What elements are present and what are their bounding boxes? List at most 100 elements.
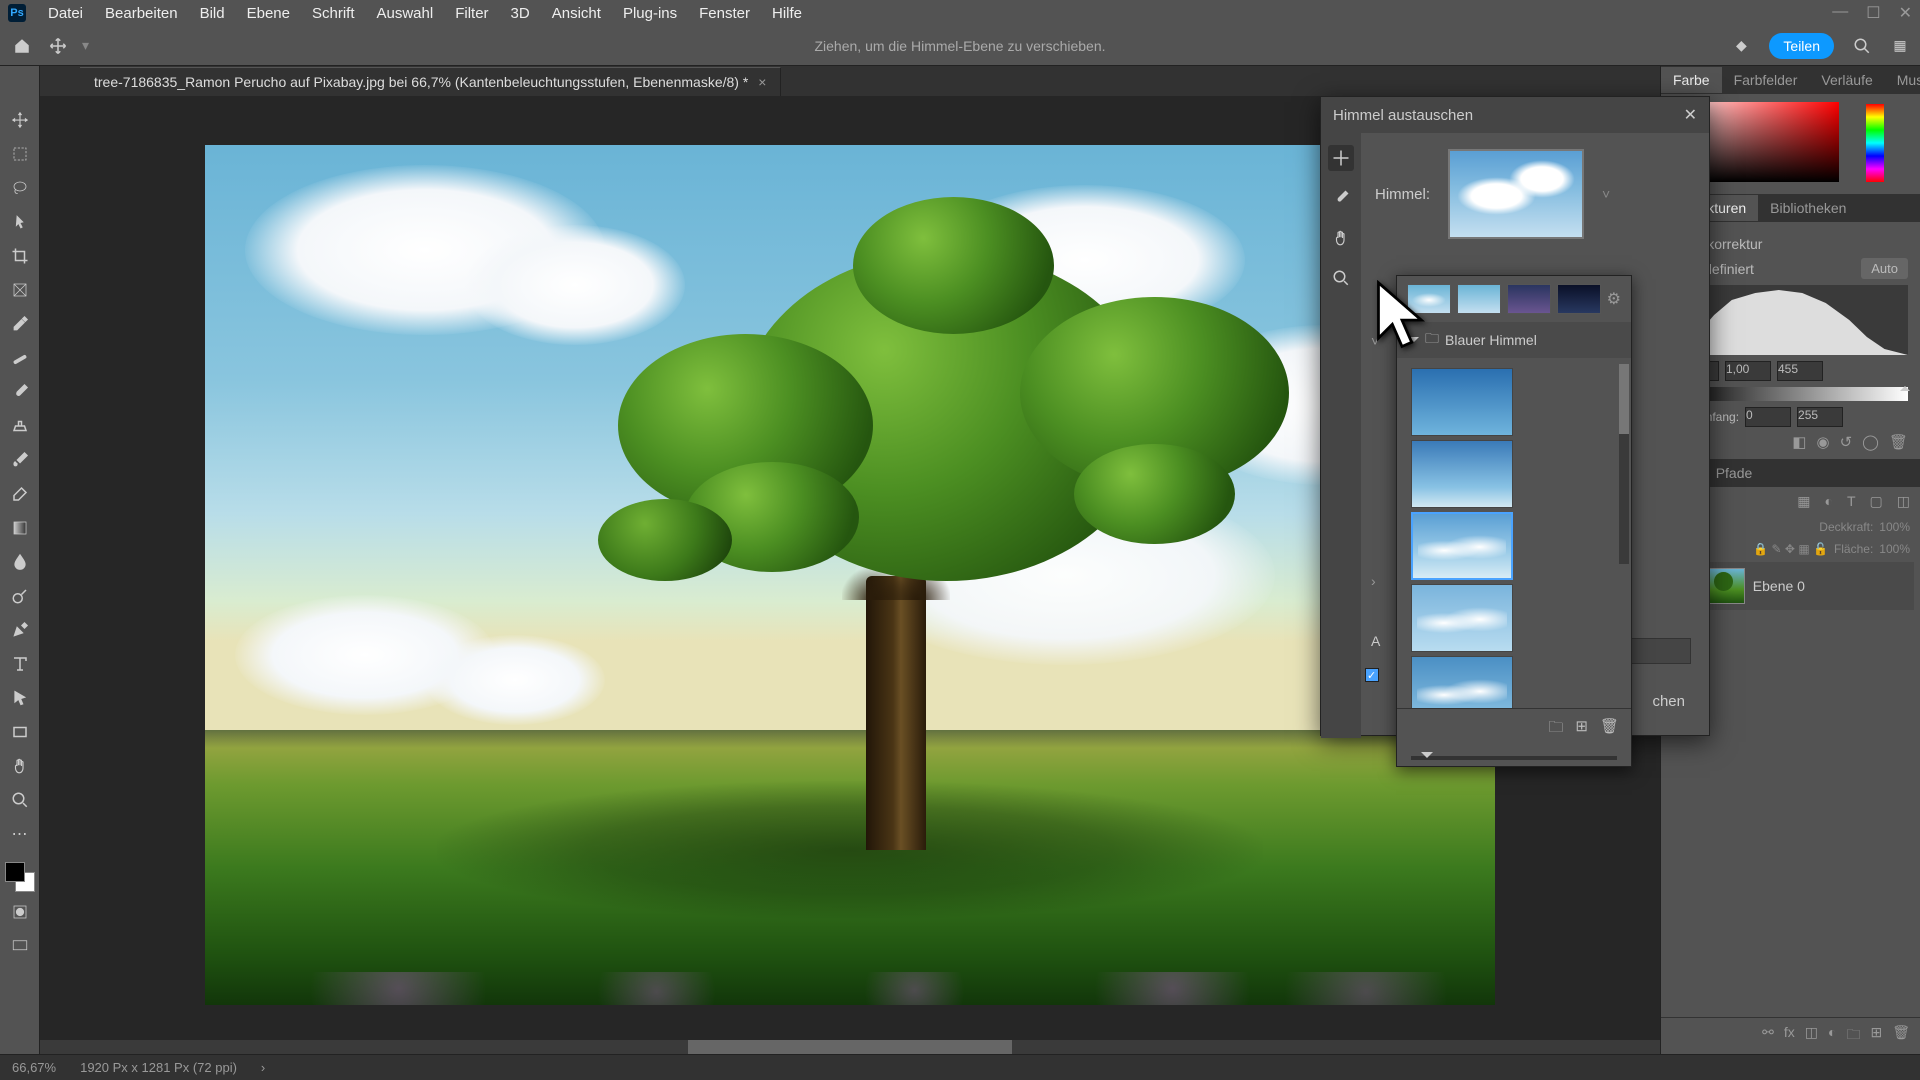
workspace-icon[interactable]: ▦ bbox=[1890, 36, 1910, 56]
group-layers-icon[interactable]: 🗀 bbox=[1846, 1024, 1860, 1048]
dialog-brush-tool-icon[interactable] bbox=[1328, 185, 1354, 211]
tab-paths[interactable]: Pfade bbox=[1704, 460, 1765, 486]
quick-mask-icon[interactable] bbox=[6, 898, 34, 926]
dialog-close-icon[interactable]: ✕ bbox=[1684, 105, 1697, 125]
section-chevron-icon[interactable]: ˅ bbox=[1371, 333, 1379, 349]
sky-preview-thumbnail[interactable] bbox=[1448, 149, 1584, 239]
frame-tool-icon[interactable] bbox=[6, 276, 34, 304]
level-mid-input[interactable]: 1,00 bbox=[1725, 361, 1771, 381]
opacity-value[interactable]: 100% bbox=[1879, 520, 1910, 534]
quick-select-tool-icon[interactable] bbox=[6, 208, 34, 236]
section-chevron-icon[interactable]: › bbox=[1371, 573, 1376, 589]
window-close-icon[interactable]: ✕ bbox=[1899, 3, 1912, 23]
tab-color[interactable]: Farbe bbox=[1661, 67, 1722, 93]
type-tool-icon[interactable] bbox=[6, 650, 34, 678]
home-icon[interactable] bbox=[10, 34, 34, 58]
window-maximize-icon[interactable]: ☐ bbox=[1866, 3, 1880, 23]
sky-preset-thumb[interactable] bbox=[1411, 440, 1513, 508]
menu-item-file[interactable]: Datei bbox=[38, 2, 93, 25]
move-tool-icon[interactable] bbox=[6, 106, 34, 134]
window-minimize-icon[interactable]: — bbox=[1832, 3, 1848, 23]
hue-slider[interactable] bbox=[1866, 104, 1884, 182]
layer-mask-icon[interactable]: ◫ bbox=[1805, 1024, 1818, 1048]
blur-tool-icon[interactable] bbox=[6, 548, 34, 576]
auto-button[interactable]: Auto bbox=[1861, 258, 1908, 279]
sky-preset-thumb[interactable] bbox=[1411, 584, 1513, 652]
filter-adj-icon[interactable]: ◐ bbox=[1825, 493, 1833, 510]
filter-pixel-icon[interactable]: ▦ bbox=[1797, 493, 1810, 510]
new-layer-icon[interactable]: ⊞ bbox=[1870, 1024, 1882, 1048]
marquee-tool-icon[interactable] bbox=[6, 140, 34, 168]
filter-shape-icon[interactable]: ▢ bbox=[1870, 493, 1883, 510]
level-white-input[interactable]: 455 bbox=[1777, 361, 1823, 381]
share-button[interactable]: Teilen bbox=[1769, 33, 1834, 59]
link-layers-icon[interactable]: ⚯ bbox=[1762, 1024, 1774, 1048]
menu-item-help[interactable]: Hilfe bbox=[762, 2, 812, 25]
zoom-level[interactable]: 66,67% bbox=[12, 1060, 56, 1075]
toggle-visibility-icon[interactable]: ◯ bbox=[1862, 433, 1879, 451]
dodge-tool-icon[interactable] bbox=[6, 582, 34, 610]
menu-item-type[interactable]: Schrift bbox=[302, 2, 365, 25]
close-tab-icon[interactable]: × bbox=[758, 74, 766, 90]
menu-item-view[interactable]: Ansicht bbox=[542, 2, 611, 25]
recent-sky-thumb[interactable] bbox=[1507, 284, 1551, 314]
menu-item-3d[interactable]: 3D bbox=[501, 2, 540, 25]
output-max-input[interactable]: 255 bbox=[1797, 407, 1843, 427]
dialog-hand-tool-icon[interactable] bbox=[1328, 225, 1354, 251]
dialog-zoom-tool-icon[interactable] bbox=[1328, 265, 1354, 291]
recent-sky-thumb[interactable] bbox=[1457, 284, 1501, 314]
document-canvas[interactable] bbox=[205, 145, 1495, 1005]
eyedropper-tool-icon[interactable] bbox=[6, 310, 34, 338]
sky-preset-thumb[interactable] bbox=[1411, 368, 1513, 436]
output-min-input[interactable]: 0 bbox=[1745, 407, 1791, 427]
menu-item-select[interactable]: Auswahl bbox=[367, 2, 444, 25]
crop-tool-icon[interactable] bbox=[6, 242, 34, 270]
menu-item-layer[interactable]: Ebene bbox=[237, 2, 300, 25]
reset-icon[interactable]: ↺ bbox=[1840, 433, 1853, 451]
fill-value[interactable]: 100% bbox=[1879, 542, 1910, 556]
picker-settings-icon[interactable]: ⚙ bbox=[1607, 289, 1621, 309]
menu-item-filter[interactable]: Filter bbox=[445, 2, 498, 25]
delete-layer-icon[interactable]: 🗑 bbox=[1892, 1024, 1910, 1048]
zoom-tool-icon[interactable] bbox=[6, 786, 34, 814]
pen-tool-icon[interactable] bbox=[6, 616, 34, 644]
foreground-background-colors[interactable] bbox=[5, 862, 35, 892]
search-icon[interactable] bbox=[1852, 36, 1872, 56]
horizontal-scrollbar[interactable] bbox=[40, 1040, 1660, 1054]
sky-folder-header[interactable]: 🗀 Blauer Himmel bbox=[1397, 322, 1631, 358]
healing-brush-tool-icon[interactable] bbox=[6, 344, 34, 372]
gradient-tool-icon[interactable] bbox=[6, 514, 34, 542]
delete-preset-icon[interactable]: 🗑 bbox=[1600, 717, 1619, 742]
rectangle-tool-icon[interactable] bbox=[6, 718, 34, 746]
picker-scrollbar-thumb[interactable] bbox=[1619, 364, 1629, 434]
menu-item-image[interactable]: Bild bbox=[190, 2, 235, 25]
sky-preset-thumb[interactable] bbox=[1411, 656, 1513, 708]
brush-tool-icon[interactable] bbox=[6, 378, 34, 406]
status-chevron-icon[interactable]: › bbox=[261, 1060, 265, 1075]
lasso-tool-icon[interactable] bbox=[6, 174, 34, 202]
clip-icon[interactable]: ◧ bbox=[1792, 433, 1806, 451]
move-tool-icon[interactable] bbox=[46, 34, 70, 58]
edit-toolbar-icon[interactable]: ⋯ bbox=[6, 820, 34, 848]
dialog-move-tool-icon[interactable] bbox=[1328, 145, 1354, 171]
menu-item-plugins[interactable]: Plug-ins bbox=[613, 2, 687, 25]
sky-dropdown-chevron-icon[interactable]: ˅ bbox=[1602, 186, 1610, 202]
menu-item-window[interactable]: Fenster bbox=[689, 2, 760, 25]
new-preset-icon[interactable]: ⊞ bbox=[1575, 717, 1588, 742]
layer-name[interactable]: Ebene 0 bbox=[1753, 578, 1805, 594]
path-select-tool-icon[interactable] bbox=[6, 684, 34, 712]
lock-icons[interactable]: 🔒 ✎ ✥ ▦ 🔓 bbox=[1753, 542, 1828, 556]
tab-gradients[interactable]: Verläufe bbox=[1809, 67, 1884, 93]
filter-type-icon[interactable]: T bbox=[1847, 493, 1856, 510]
eraser-tool-icon[interactable] bbox=[6, 480, 34, 508]
tab-libraries[interactable]: Bibliotheken bbox=[1758, 195, 1858, 221]
adjustment-layer-icon[interactable]: ◐ bbox=[1828, 1024, 1836, 1048]
dialog-cancel-button-fragment[interactable]: chen bbox=[1652, 693, 1685, 710]
layer-style-icon[interactable]: fx bbox=[1784, 1024, 1795, 1048]
view-previous-icon[interactable]: ◉ bbox=[1816, 433, 1829, 451]
hand-tool-icon[interactable] bbox=[6, 752, 34, 780]
document-tab[interactable]: tree-7186835_Ramon Perucho auf Pixabay.j… bbox=[80, 67, 781, 96]
menu-item-edit[interactable]: Bearbeiten bbox=[95, 2, 188, 25]
recent-sky-thumb[interactable] bbox=[1557, 284, 1601, 314]
filter-smart-icon[interactable]: ◫ bbox=[1897, 493, 1910, 510]
